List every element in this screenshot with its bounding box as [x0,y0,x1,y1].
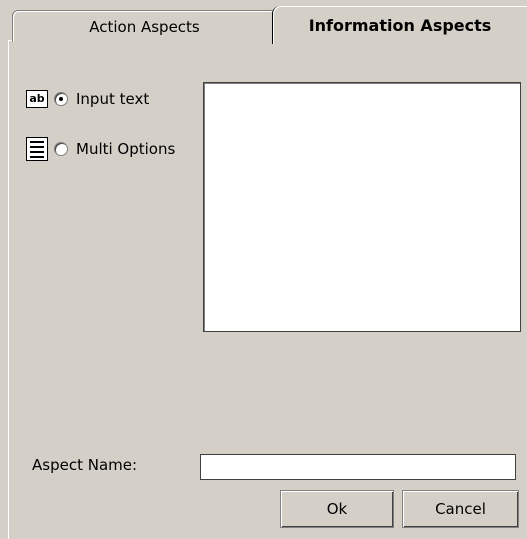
ok-button[interactable]: Ok [280,490,394,528]
option-label: Multi Options [76,140,176,158]
text-field-icon: ab [26,90,48,108]
tab-label: Information Aspects [308,15,492,35]
radio-multi-options[interactable] [54,142,68,156]
option-label: Input text [76,90,150,108]
option-multi-options[interactable]: Multi Options [26,137,175,161]
cancel-button[interactable]: Cancel [402,490,519,528]
radio-input-text[interactable] [54,92,68,106]
options-list-box[interactable] [203,82,521,332]
option-input-text[interactable]: ab Input text [26,90,149,108]
tab-action-aspects[interactable]: Action Aspects [12,10,277,42]
aspect-name-input[interactable] [200,454,516,480]
tab-information-aspects[interactable]: Information Aspects [272,6,527,44]
tab-label: Action Aspects [89,17,200,36]
list-icon [26,137,48,161]
aspect-name-label: Aspect Name: [32,456,138,474]
